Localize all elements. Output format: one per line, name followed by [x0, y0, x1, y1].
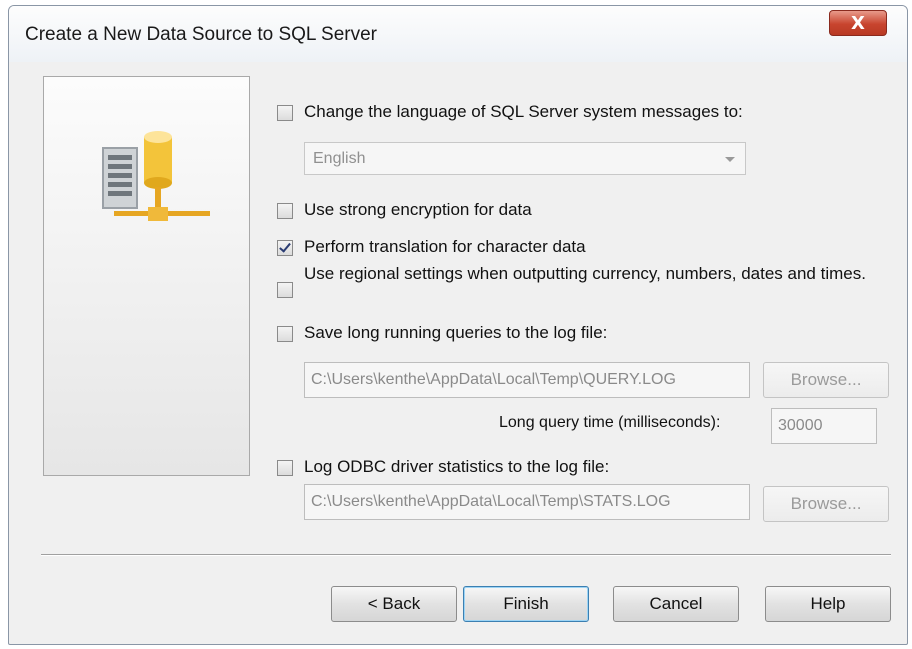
translation-checkbox[interactable] — [277, 240, 293, 256]
long-query-time-field[interactable]: 30000 — [771, 408, 877, 444]
odbc-stats-label: Log ODBC driver statistics to the log fi… — [304, 457, 610, 476]
regional-settings-checkbox[interactable] — [277, 282, 293, 298]
stats-log-path-value: C:\Users\kenthe\AppData\Local\Temp\STATS… — [311, 493, 671, 510]
close-button[interactable]: X — [829, 10, 887, 36]
separator — [41, 554, 891, 556]
dialog-window: Create a New Data Source to SQL Server X — [8, 5, 908, 645]
translation-label: Perform translation for character data — [304, 237, 586, 256]
finish-button[interactable]: Finish — [463, 586, 589, 622]
query-log-path-field[interactable]: C:\Users\kenthe\AppData\Local\Temp\QUERY… — [304, 362, 750, 398]
dialog-body: Change the language of SQL Server system… — [19, 62, 897, 634]
long-query-time-label: Long query time (milliseconds): — [499, 414, 721, 431]
language-select[interactable]: English — [304, 142, 746, 175]
strong-encryption-label: Use strong encryption for data — [304, 200, 532, 219]
long-queries-checkbox[interactable] — [277, 326, 293, 342]
long-query-time-value: 30000 — [778, 417, 823, 434]
server-database-icon — [102, 131, 210, 221]
language-select-value: English — [313, 150, 366, 167]
strong-encryption-checkbox[interactable] — [277, 203, 293, 219]
stats-browse-button[interactable]: Browse... — [763, 486, 889, 522]
stats-log-path-field[interactable]: C:\Users\kenthe\AppData\Local\Temp\STATS… — [304, 484, 750, 520]
change-language-checkbox[interactable] — [277, 105, 293, 121]
regional-settings-label: Use regional settings when outputting cu… — [304, 264, 866, 283]
query-log-path-value: C:\Users\kenthe\AppData\Local\Temp\QUERY… — [311, 371, 676, 388]
chevron-down-icon — [725, 157, 735, 162]
query-browse-button[interactable]: Browse... — [763, 362, 889, 398]
title-bar: Create a New Data Source to SQL Server X — [9, 6, 907, 62]
cancel-button[interactable]: Cancel — [613, 586, 739, 622]
close-icon: X — [851, 13, 865, 34]
side-image-panel — [43, 76, 250, 476]
odbc-stats-checkbox[interactable] — [277, 460, 293, 476]
long-queries-label: Save long running queries to the log fil… — [304, 323, 608, 342]
back-button[interactable]: < Back — [331, 586, 457, 622]
change-language-label: Change the language of SQL Server system… — [304, 102, 743, 121]
dialog-title: Create a New Data Source to SQL Server — [25, 24, 378, 45]
help-button[interactable]: Help — [765, 586, 891, 622]
